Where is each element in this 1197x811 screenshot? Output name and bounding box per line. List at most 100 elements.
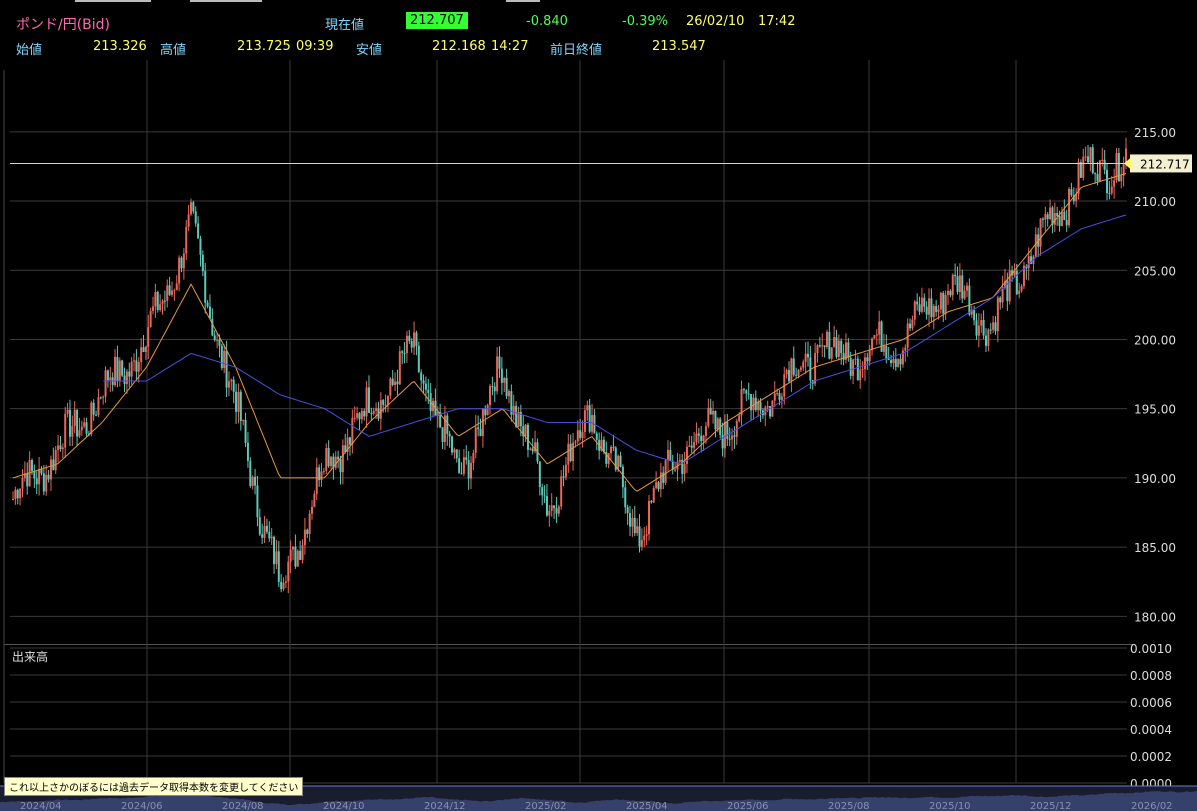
navigator-tick-label: 2024/10 <box>323 801 365 811</box>
candle-body <box>467 460 470 479</box>
candle-body <box>1089 147 1092 163</box>
candle-body <box>1113 180 1116 187</box>
candle-body <box>576 430 579 442</box>
candle-body <box>225 350 228 388</box>
candle-body <box>401 351 404 353</box>
candle-body <box>932 306 935 318</box>
candle-body <box>700 435 703 441</box>
candle-body <box>489 386 491 406</box>
candle-body <box>201 254 204 272</box>
low-value: 212.168 <box>432 39 486 54</box>
candle-body <box>648 500 650 535</box>
candle-body <box>398 351 401 385</box>
candle-body <box>757 401 760 411</box>
candle-body <box>951 274 954 296</box>
candle-body <box>263 525 266 538</box>
candle-body <box>462 457 465 474</box>
candle-body <box>166 285 169 301</box>
candle-body <box>144 346 147 353</box>
candle-body <box>821 345 824 347</box>
candle-body <box>49 459 52 480</box>
tab-1[interactable] <box>75 0 151 2</box>
candle-body <box>1068 188 1071 226</box>
candle-body <box>194 211 197 224</box>
candle-body <box>968 285 971 315</box>
candle-body <box>382 400 385 405</box>
candle-body <box>78 430 81 437</box>
candle-body <box>1082 156 1085 178</box>
high-value: 213.725 <box>237 39 291 54</box>
candle-body <box>788 370 791 382</box>
candle-body <box>1027 256 1030 269</box>
chart-canvas[interactable]: 215.00 210.00 205.00 200.00 195.00 190.00 185.… <box>0 0 1197 811</box>
candle-body <box>451 436 454 453</box>
candle-body <box>159 304 162 310</box>
candle-body <box>192 202 195 212</box>
candle-body <box>244 419 247 443</box>
candle-body <box>187 214 190 227</box>
candle-body <box>121 360 124 376</box>
candle-body <box>1044 214 1047 220</box>
candle-body <box>899 359 902 365</box>
candle-body <box>731 435 734 440</box>
candle-body <box>68 409 71 437</box>
candle-body <box>85 422 88 434</box>
candle-body <box>396 381 399 385</box>
candle-body <box>1065 219 1068 226</box>
candle-body <box>550 505 553 511</box>
candle-body <box>807 353 809 358</box>
candle-body <box>529 448 532 450</box>
date: 26/02/10 <box>686 14 745 29</box>
candle-body <box>785 370 788 375</box>
candle-body <box>90 402 93 435</box>
candle-body <box>372 410 375 414</box>
candle-body <box>410 341 413 348</box>
candle-body <box>422 380 425 384</box>
candle-body <box>481 408 484 436</box>
price-tick-label: 195.00 <box>1134 403 1176 417</box>
candle-body <box>887 358 890 361</box>
candle-body <box>745 390 748 394</box>
candle-body <box>1058 215 1061 227</box>
price-tick-label: 190.00 <box>1134 472 1176 486</box>
candle-body <box>657 482 660 490</box>
candle-body <box>135 360 138 372</box>
candle-body <box>721 434 724 449</box>
candle-body <box>128 371 131 377</box>
candle-body <box>223 350 226 368</box>
candle-body <box>197 223 200 239</box>
current-value-label: 現在値 <box>325 18 365 33</box>
high-label: 高値 <box>160 43 187 58</box>
tab-2[interactable] <box>190 0 262 2</box>
candle-body <box>636 526 639 534</box>
candle-body <box>204 271 207 303</box>
candle-body <box>405 335 408 354</box>
candle-body <box>840 340 843 354</box>
candle-body <box>697 433 700 436</box>
candle-body <box>61 447 64 450</box>
candle-body <box>116 356 119 381</box>
candle-body <box>678 459 681 462</box>
candle-body <box>415 332 418 346</box>
candle-body <box>19 488 22 499</box>
candle-body <box>861 369 864 371</box>
candle-body <box>655 482 658 488</box>
candle-body <box>258 517 261 535</box>
candle-body <box>218 339 221 346</box>
navigator-tick-label: 2025/04 <box>626 801 668 811</box>
candle-body <box>446 415 449 434</box>
candle-body <box>892 359 895 364</box>
candle-body <box>133 360 136 362</box>
tab-3[interactable] <box>506 0 540 2</box>
candle-body <box>873 335 876 339</box>
candle-body <box>125 371 128 385</box>
candle-body <box>828 331 831 359</box>
candle-body <box>284 581 287 583</box>
candle-body <box>460 473 463 475</box>
candle-body <box>852 359 855 376</box>
candle-body <box>265 525 268 532</box>
candle-body <box>906 323 909 348</box>
candle-body <box>64 413 67 448</box>
candle-body <box>206 302 209 307</box>
candle-body <box>1120 175 1123 182</box>
